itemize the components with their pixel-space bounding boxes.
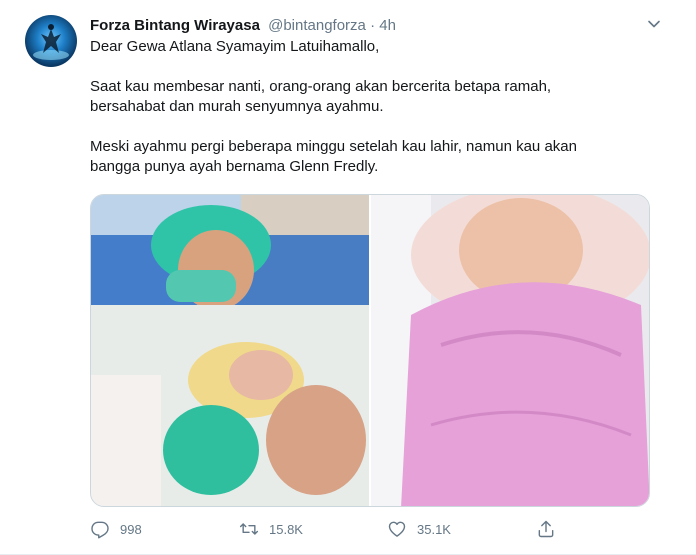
- timestamp[interactable]: 4h: [379, 17, 396, 34]
- text-line: Meski ayahmu pergi beberapa minggu setel…: [90, 138, 577, 155]
- tweet-actions: 998 15.8K 35.1K: [90, 514, 570, 544]
- author-name[interactable]: Forza Bintang Wirayasa: [90, 17, 260, 34]
- paragraph-proud: Meski ayahmu pergi beberapa minggu setel…: [90, 137, 650, 177]
- more-options-button[interactable]: [644, 14, 664, 34]
- tweet[interactable]: Forza Bintang Wirayasa @bintangforza · 4…: [0, 0, 696, 555]
- text-line: bangga punya ayah bernama Glenn Fredly.: [90, 158, 379, 175]
- like-button[interactable]: 35.1K: [387, 514, 451, 544]
- reply-button[interactable]: 998: [90, 514, 142, 544]
- share-icon: [536, 519, 556, 539]
- share-button[interactable]: [536, 514, 566, 544]
- avatar-figure-icon: [33, 24, 69, 60]
- tweet-media: [90, 194, 650, 507]
- tweet-text: Dear Gewa Atlana Syamayim Latuihamallo, …: [90, 37, 650, 177]
- text-line: Dear Gewa Atlana Syamayim Latuihamallo,: [90, 38, 380, 55]
- retweet-icon: [239, 519, 259, 539]
- author-handle[interactable]: @bintangforza: [268, 17, 366, 34]
- heart-icon: [387, 519, 407, 539]
- text-line: bersahabat dan murah senyumnya ayahmu.: [90, 98, 384, 115]
- reply-count: 998: [120, 521, 142, 537]
- retweet-count: 15.8K: [269, 521, 303, 537]
- paragraph-greeting: Dear Gewa Atlana Syamayim Latuihamallo,: [90, 37, 650, 57]
- retweet-button[interactable]: 15.8K: [239, 514, 303, 544]
- avatar[interactable]: [25, 15, 77, 67]
- media-photo-2[interactable]: [371, 195, 649, 506]
- text-line: Saat kau membesar nanti, orang-orang aka…: [90, 78, 552, 95]
- media-photo-1[interactable]: [91, 195, 369, 506]
- paragraph-friendly: Saat kau membesar nanti, orang-orang aka…: [90, 77, 650, 117]
- separator-dot: ·: [370, 17, 376, 34]
- like-count: 35.1K: [417, 521, 451, 537]
- photo-newborn-with-parents-icon: [91, 195, 369, 506]
- tweet-header: Forza Bintang Wirayasa @bintangforza · 4…: [90, 16, 656, 36]
- reply-icon: [90, 519, 110, 539]
- chevron-down-icon: [648, 20, 660, 28]
- photo-newborn-in-pink-blanket-icon: [371, 195, 649, 506]
